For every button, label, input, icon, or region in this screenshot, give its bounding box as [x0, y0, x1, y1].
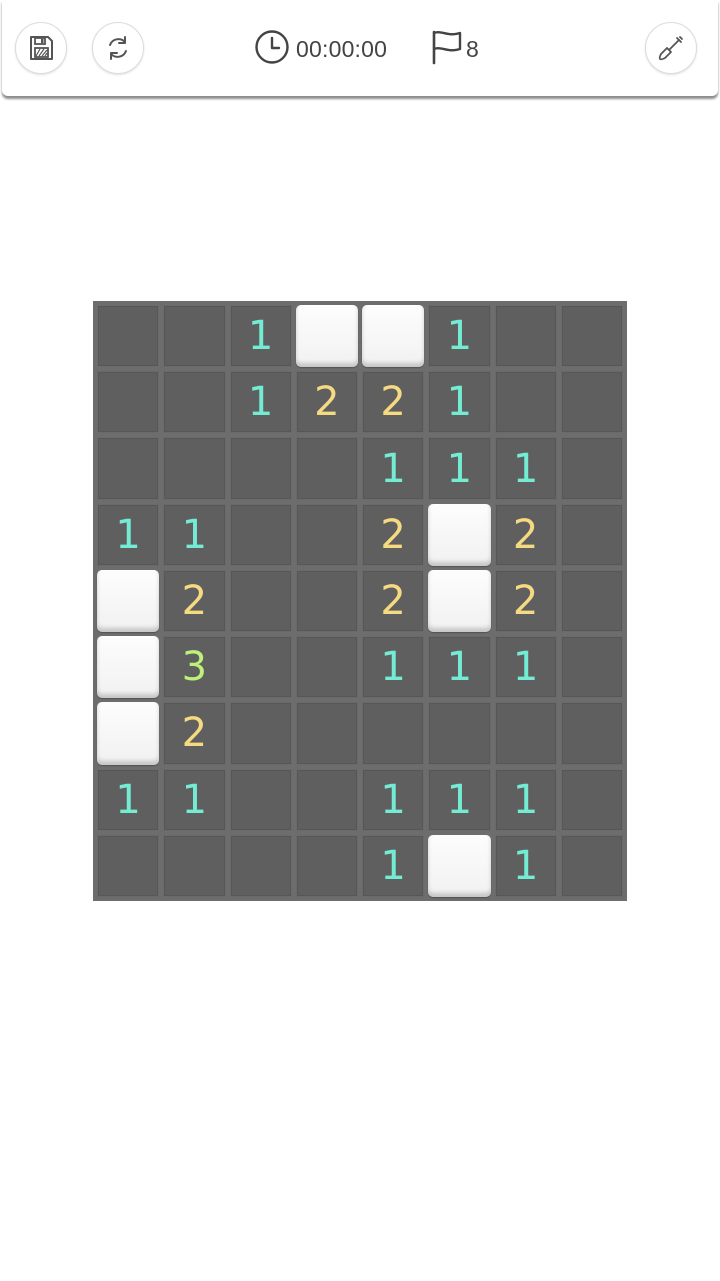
revealed-number-cell[interactable]: 2	[494, 503, 557, 566]
revealed-empty-cell[interactable]	[560, 702, 623, 765]
revealed-empty-cell[interactable]	[295, 636, 358, 699]
revealed-number-cell[interactable]: 1	[97, 503, 160, 566]
revealed-number-cell[interactable]: 2	[362, 371, 425, 434]
revealed-empty-cell[interactable]	[229, 834, 292, 897]
revealed-number-cell[interactable]: 2	[295, 371, 358, 434]
game-timer: 00:00:00	[254, 29, 388, 70]
revealed-number-cell[interactable]: 2	[362, 569, 425, 633]
revealed-number-cell[interactable]: 1	[494, 437, 557, 500]
revealed-empty-cell[interactable]	[163, 437, 226, 500]
revealed-number-cell[interactable]: 2	[163, 569, 226, 633]
covered-cell[interactable]	[97, 636, 160, 699]
flags-remaining: 8	[466, 35, 479, 62]
revealed-empty-cell[interactable]	[494, 371, 557, 434]
restart-icon	[104, 34, 132, 62]
covered-cell[interactable]	[97, 702, 160, 765]
revealed-empty-cell[interactable]	[560, 768, 623, 831]
revealed-empty-cell[interactable]	[229, 702, 292, 765]
revealed-number-cell[interactable]: 1	[428, 437, 491, 500]
revealed-empty-cell[interactable]	[295, 569, 358, 633]
revealed-number-cell[interactable]: 1	[494, 768, 557, 831]
revealed-number-cell[interactable]: 1	[163, 768, 226, 831]
revealed-empty-cell[interactable]	[295, 503, 358, 566]
revealed-empty-cell[interactable]	[560, 371, 623, 434]
revealed-number-cell[interactable]: 2	[494, 569, 557, 633]
revealed-empty-cell[interactable]	[428, 702, 491, 765]
revealed-empty-cell[interactable]	[295, 437, 358, 500]
revealed-number-cell[interactable]: 1	[163, 503, 226, 566]
minefield-board: 1112211111122222311121111111	[93, 301, 627, 901]
revealed-empty-cell[interactable]	[362, 702, 425, 765]
covered-cell[interactable]	[428, 834, 491, 897]
revealed-empty-cell[interactable]	[560, 834, 623, 897]
revealed-number-cell[interactable]: 1	[362, 768, 425, 831]
revealed-number-cell[interactable]: 2	[362, 503, 425, 566]
revealed-number-cell[interactable]: 1	[494, 834, 557, 897]
covered-cell[interactable]	[97, 569, 160, 633]
revealed-number-cell[interactable]: 1	[428, 768, 491, 831]
flag-counter: 8	[430, 30, 479, 68]
revealed-empty-cell[interactable]	[560, 636, 623, 699]
revealed-empty-cell[interactable]	[97, 371, 160, 434]
revealed-empty-cell[interactable]	[229, 768, 292, 831]
flag-icon	[430, 29, 464, 70]
revealed-empty-cell[interactable]	[163, 371, 226, 434]
revealed-number-cell[interactable]: 1	[229, 371, 292, 434]
revealed-empty-cell[interactable]	[163, 305, 226, 368]
revealed-number-cell[interactable]: 1	[428, 636, 491, 699]
revealed-number-cell[interactable]: 1	[362, 437, 425, 500]
covered-cell[interactable]	[295, 305, 358, 368]
clock-icon	[254, 29, 290, 70]
covered-cell[interactable]	[428, 503, 491, 566]
revealed-empty-cell[interactable]	[163, 834, 226, 897]
restart-button[interactable]	[92, 22, 144, 74]
timer-value: 00:00:00	[296, 35, 388, 62]
revealed-number-cell[interactable]: 1	[428, 305, 491, 368]
revealed-number-cell[interactable]: 1	[428, 371, 491, 434]
revealed-empty-cell[interactable]	[229, 636, 292, 699]
revealed-empty-cell[interactable]	[97, 437, 160, 500]
revealed-empty-cell[interactable]	[560, 437, 623, 500]
revealed-number-cell[interactable]: 1	[229, 305, 292, 368]
revealed-empty-cell[interactable]	[295, 834, 358, 897]
revealed-number-cell[interactable]: 2	[163, 702, 226, 765]
save-icon	[27, 34, 55, 62]
covered-cell[interactable]	[428, 569, 491, 633]
save-button[interactable]	[15, 22, 67, 74]
revealed-empty-cell[interactable]	[295, 702, 358, 765]
shovel-icon	[656, 33, 686, 63]
revealed-empty-cell[interactable]	[229, 503, 292, 566]
revealed-empty-cell[interactable]	[560, 503, 623, 566]
dig-mode-button[interactable]	[645, 22, 697, 74]
revealed-empty-cell[interactable]	[560, 569, 623, 633]
revealed-empty-cell[interactable]	[229, 569, 292, 633]
revealed-number-cell[interactable]: 1	[494, 636, 557, 699]
revealed-number-cell[interactable]: 1	[362, 834, 425, 897]
revealed-empty-cell[interactable]	[494, 702, 557, 765]
revealed-empty-cell[interactable]	[560, 305, 623, 368]
top-toolbar: 00:00:00 8	[2, 0, 718, 96]
revealed-number-cell[interactable]: 1	[97, 768, 160, 831]
revealed-number-cell[interactable]: 3	[163, 636, 226, 699]
revealed-number-cell[interactable]: 1	[362, 636, 425, 699]
revealed-empty-cell[interactable]	[97, 834, 160, 897]
revealed-empty-cell[interactable]	[97, 305, 160, 368]
revealed-empty-cell[interactable]	[494, 305, 557, 368]
covered-cell[interactable]	[362, 305, 425, 368]
revealed-empty-cell[interactable]	[229, 437, 292, 500]
revealed-empty-cell[interactable]	[295, 768, 358, 831]
